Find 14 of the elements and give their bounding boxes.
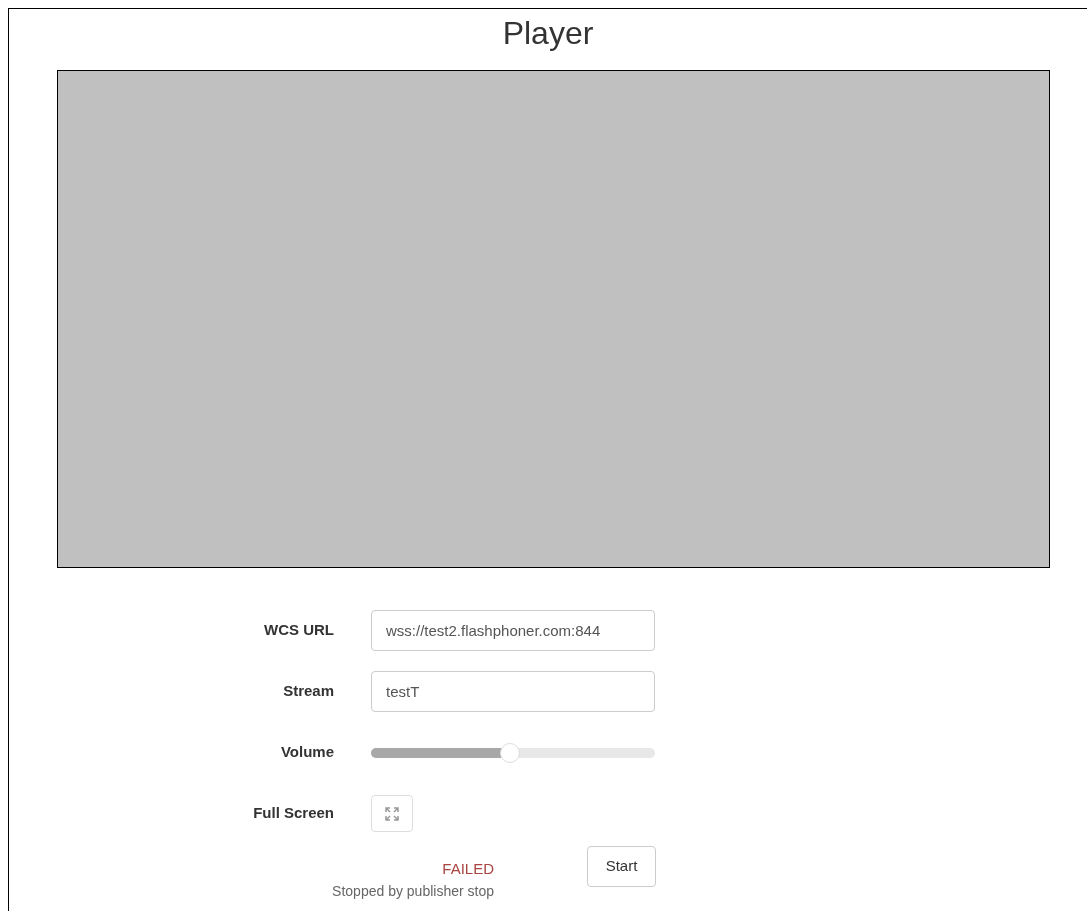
start-button[interactable]: Start <box>587 846 656 887</box>
field-label: Stream <box>282 681 334 702</box>
field-label: WCS URL <box>263 620 334 641</box>
slider-thumb[interactable] <box>500 742 521 763</box>
field-label: Volume <box>279 742 334 763</box>
url-field[interactable]: wss://test2.flashphoner.com:844 <box>371 610 655 651</box>
stream-field[interactable]: testT <box>371 671 655 712</box>
field-label: Full Screen <box>252 803 334 824</box>
status-text: FAILED <box>442 859 494 879</box>
expand-icon <box>385 806 399 821</box>
status-info: Stopped by publisher stop <box>332 881 494 901</box>
fullscreen-button[interactable] <box>371 795 413 832</box>
volume-slider[interactable] <box>371 742 655 763</box>
page-title: Player <box>501 14 595 53</box>
